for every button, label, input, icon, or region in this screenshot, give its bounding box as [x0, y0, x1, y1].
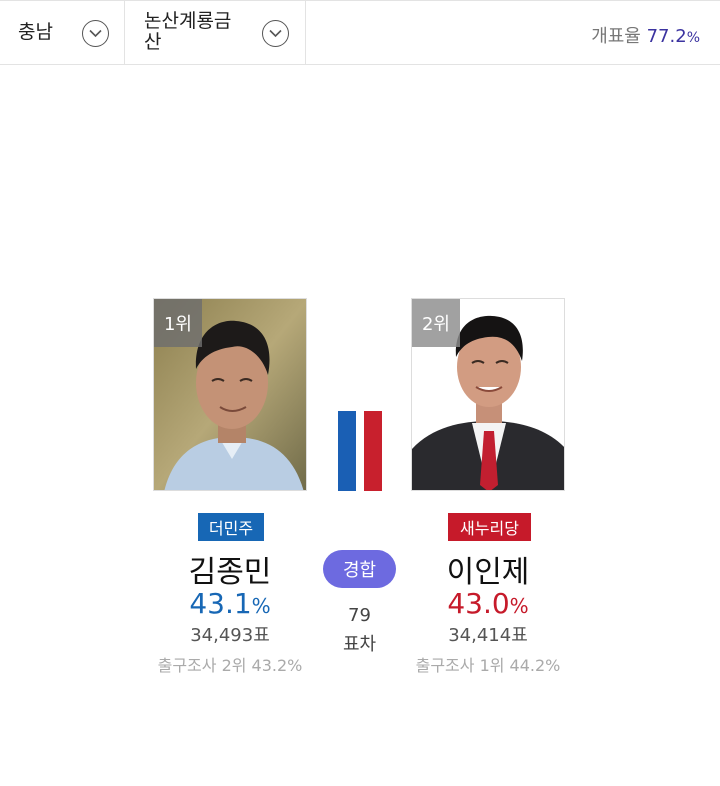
candidate-photo-1: 1위: [153, 298, 307, 491]
candidate-card-2: 2위: [411, 298, 565, 491]
vote-rate-value: 43.0: [447, 587, 510, 620]
bar-candidate-2: [364, 411, 382, 491]
vote-rate-1: 43.1%: [153, 587, 307, 620]
rank-badge: 1위: [154, 299, 202, 347]
region-selector[interactable]: 충남: [0, 1, 125, 65]
candidate-card-1: 1위: [153, 298, 307, 491]
candidate-name-2: 이인제: [446, 555, 530, 590]
vote-rate-unit: %: [509, 594, 529, 618]
district-label: 논산계룡금산: [144, 10, 232, 53]
vote-rate-unit: %: [251, 594, 271, 618]
vote-gap-label: 표차: [342, 634, 377, 655]
candidate-name-1: 김종민: [188, 555, 272, 590]
vote-count-2: 34,414표: [448, 625, 528, 646]
region-label: 충남: [18, 21, 53, 43]
bar-candidate-1: [338, 411, 356, 491]
party-badge-2: 새누리당: [448, 513, 531, 541]
vote-rate-2: 43.0%: [411, 587, 565, 620]
vote-gap-number: 79: [348, 605, 371, 626]
count-rate-label: 개표율: [591, 26, 641, 47]
district-selector[interactable]: 논산계룡금산: [125, 1, 306, 65]
count-rate: 개표율 77.2%: [591, 22, 700, 48]
exit-poll-2: 출구조사 1위 44.2%: [415, 656, 561, 675]
candidate-photo-2: 2위: [411, 298, 565, 491]
rank-badge: 2위: [412, 299, 460, 347]
vote-count-1: 34,493표: [190, 625, 270, 646]
party-badge-1: 더민주: [198, 513, 264, 541]
vote-share-bars: [338, 411, 382, 491]
exit-poll-1: 출구조사 2위 43.2%: [157, 656, 303, 675]
top-bar: 충남 논산계룡금산 개표율 77.2%: [0, 0, 720, 65]
race-status-badge: 경합: [323, 550, 396, 588]
chevron-down-icon[interactable]: [262, 20, 289, 47]
count-rate-unit: %: [686, 30, 700, 46]
count-rate-value: 77.2: [646, 26, 687, 47]
chevron-down-icon[interactable]: [82, 20, 109, 47]
vote-rate-value: 43.1: [189, 587, 252, 620]
